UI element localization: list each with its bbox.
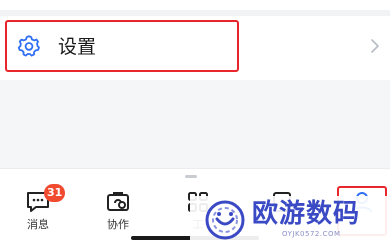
tab-collaboration[interactable]: 协作 xyxy=(88,189,148,239)
unread-badge: 31 xyxy=(44,184,66,202)
watermark-subtext: OYJK0572.COM xyxy=(282,230,341,238)
settings-highlight-frame xyxy=(5,20,239,72)
collaboration-icon xyxy=(107,192,129,211)
drag-handle[interactable] xyxy=(185,175,197,178)
top-strip xyxy=(0,0,390,10)
tab-messages[interactable]: 31 消息 xyxy=(8,184,68,239)
chevron-right-icon xyxy=(371,39,379,53)
tab-label: 协作 xyxy=(107,218,129,231)
watermark: 欧游数码 OYJK0572.COM xyxy=(190,196,390,245)
settings-row[interactable]: 设置 xyxy=(0,16,390,80)
watermark-logo-icon xyxy=(205,200,245,240)
tab-label: 消息 xyxy=(27,218,49,231)
watermark-text: 欧游数码 xyxy=(252,199,361,229)
